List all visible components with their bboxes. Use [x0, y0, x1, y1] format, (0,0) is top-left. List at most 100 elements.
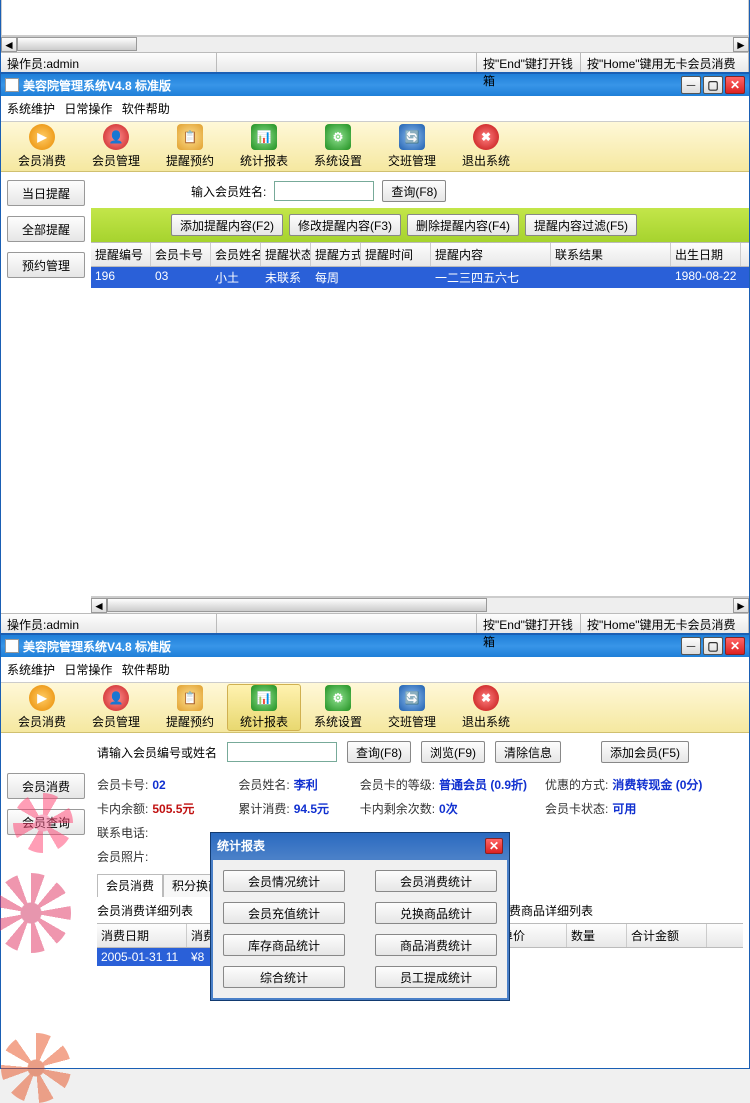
remain: 0次 [435, 797, 545, 821]
titlebar[interactable]: 美容院管理系统V4.8 标准版 ─ ▢ ✕ [1, 635, 749, 657]
dialog-titlebar[interactable]: 统计报表 ✕ [211, 833, 509, 858]
menu-help[interactable]: 软件帮助 [122, 663, 170, 677]
play-icon: ▶ [29, 685, 55, 711]
stats-btn-4[interactable]: 库存商品统计 [223, 934, 345, 956]
status-home: 按"Home"键用无卡会员消费 [581, 614, 749, 633]
tb-shift[interactable]: 🔄交班管理 [375, 124, 449, 169]
menu-system[interactable]: 系统维护 [7, 663, 55, 677]
menubar[interactable]: 系统维护 日常操作 软件帮助 [1, 96, 749, 122]
titlebar[interactable]: 美容院管理系统V4.8 标准版 ─ ▢ ✕ [1, 74, 749, 96]
scroll-right-icon[interactable]: ► [733, 37, 749, 52]
maximize-button[interactable]: ▢ [703, 76, 723, 94]
del-remind-button[interactable]: 删除提醒内容(F4) [407, 214, 519, 236]
hscroll[interactable]: ◄ ► [1, 36, 749, 52]
add-remind-button[interactable]: 添加提醒内容(F2) [171, 214, 283, 236]
maximize-button[interactable]: ▢ [703, 637, 723, 655]
sb-member-query[interactable]: 会员查询 [7, 809, 85, 835]
scroll-thumb[interactable] [17, 37, 137, 51]
grid-row[interactable]: 19603小土未联系每周一二三四五六七1980-08-22 [91, 267, 749, 288]
sb-appoint[interactable]: 预约管理 [7, 252, 85, 278]
menu-help[interactable]: 软件帮助 [122, 102, 170, 116]
tb-remind[interactable]: 📋提醒预约 [153, 685, 227, 730]
app-icon [5, 639, 19, 653]
filter-remind-button[interactable]: 提醒内容过滤(F5) [525, 214, 637, 236]
query-button[interactable]: 查询(F8) [382, 180, 446, 202]
shift-icon: 🔄 [399, 124, 425, 150]
dialog-close-button[interactable]: ✕ [485, 838, 503, 854]
window-title: 美容院管理系统V4.8 标准版 [23, 638, 171, 655]
tb-shift[interactable]: 🔄交班管理 [375, 685, 449, 730]
tab-consume[interactable]: 会员消费 [97, 874, 163, 897]
shift-icon: 🔄 [399, 685, 425, 711]
tb-stats[interactable]: 📊统计报表 [227, 124, 301, 169]
clear-button[interactable]: 清除信息 [495, 741, 561, 763]
sidebar: 会员消费 会员查询 [1, 733, 91, 1068]
tb-settings[interactable]: ⚙系统设置 [301, 685, 375, 730]
minimize-button[interactable]: ─ [681, 637, 701, 655]
total: 94.5元 [290, 797, 360, 821]
tb-member-manage[interactable]: 👤会员管理 [79, 685, 153, 730]
tb-exit[interactable]: ✖退出系统 [449, 124, 523, 169]
stats-btn-6[interactable]: 综合统计 [223, 966, 345, 988]
minimize-button[interactable]: ─ [681, 76, 701, 94]
play-icon: ▶ [29, 124, 55, 150]
search-input[interactable] [274, 181, 374, 201]
browse-button[interactable]: 浏览(F9) [421, 741, 485, 763]
tb-stats[interactable]: 📊统计报表 [227, 684, 301, 731]
stats-btn-3[interactable]: 兑换商品统计 [375, 902, 497, 924]
tb-exit[interactable]: ✖退出系统 [449, 685, 523, 730]
statusbar: 操作员:admin 按"End"键打开钱箱 按"Home"键用无卡会员消费 [1, 613, 749, 633]
exit-icon: ✖ [473, 124, 499, 150]
stats-dialog[interactable]: 统计报表 ✕ 会员情况统计 会员消费统计会员充值统计 兑换商品统计库存商品统计 商品消… [210, 832, 510, 1001]
edit-remind-button[interactable]: 修改提醒内容(F3) [289, 214, 401, 236]
sb-today-remind[interactable]: 当日提醒 [7, 180, 85, 206]
top-fragment-body [1, 0, 749, 36]
note-icon: 📋 [177, 685, 203, 711]
stats-btn-2[interactable]: 会员充值统计 [223, 902, 345, 924]
scroll-left-icon[interactable]: ◄ [1, 37, 17, 52]
toolbar: ▶会员消费 👤会员管理 📋提醒预约 📊统计报表 ⚙系统设置 🔄交班管理 ✖退出系… [1, 683, 749, 733]
balance: 505.5元 [148, 797, 238, 821]
status-operator: 操作员:admin [1, 53, 217, 72]
query-button[interactable]: 查询(F8) [347, 741, 411, 763]
menubar[interactable]: 系统维护 日常操作 软件帮助 [1, 657, 749, 683]
grid-header: 提醒编号会员卡号会员姓名提醒状态提醒方式提醒时间提醒内容联系结果出生日期 [91, 242, 749, 267]
stats-btn-1[interactable]: 会员消费统计 [375, 870, 497, 892]
stats-btn-7[interactable]: 员工提成统计 [375, 966, 497, 988]
tb-remind[interactable]: 📋提醒预约 [153, 124, 227, 169]
grid-hscroll[interactable]: ◄ ► [91, 597, 749, 613]
stats-btn-5[interactable]: 商品消费统计 [375, 934, 497, 956]
search-label: 输入会员姓名: [191, 183, 266, 200]
tb-member-consume[interactable]: ▶会员消费 [5, 685, 79, 730]
card-status: 可用 [608, 797, 636, 821]
phone-label: 联系电话: [97, 821, 148, 845]
menu-daily[interactable]: 日常操作 [64, 102, 112, 116]
status-end: 按"End"键打开钱箱 [477, 614, 581, 633]
close-button[interactable]: ✕ [725, 76, 745, 94]
status-home: 按"Home"键用无卡会员消费 [581, 53, 749, 72]
scroll-right-icon[interactable]: ► [733, 598, 749, 613]
sb-all-remind[interactable]: 全部提醒 [7, 216, 85, 242]
scroll-thumb[interactable] [107, 598, 487, 612]
menu-system[interactable]: 系统维护 [7, 102, 55, 116]
app-icon [5, 78, 19, 92]
status-operator: 操作员:admin [1, 614, 217, 633]
photo-label: 会员照片: [97, 845, 148, 869]
statusbar-top: 操作员:admin 按"End"键打开钱箱 按"Home"键用无卡会员消费 [1, 52, 749, 72]
add-member-button[interactable]: 添加会员(F5) [601, 741, 689, 763]
member-level: 普通会员 (0.9折) [435, 773, 545, 797]
grid-body[interactable]: 19603小土未联系每周一二三四五六七1980-08-22 [91, 267, 749, 597]
tb-member-consume[interactable]: ▶会员消费 [5, 124, 79, 169]
scroll-left-icon[interactable]: ◄ [91, 598, 107, 613]
tb-member-manage[interactable]: 👤会员管理 [79, 124, 153, 169]
note-icon: 📋 [177, 124, 203, 150]
window-title: 美容院管理系统V4.8 标准版 [23, 77, 171, 94]
member-input[interactable] [227, 742, 337, 762]
sb-member-consume[interactable]: 会员消费 [7, 773, 85, 799]
tb-settings[interactable]: ⚙系统设置 [301, 124, 375, 169]
menu-daily[interactable]: 日常操作 [64, 663, 112, 677]
gear-icon: ⚙ [325, 124, 351, 150]
close-button[interactable]: ✕ [725, 637, 745, 655]
toolbar: ▶会员消费 👤会员管理 📋提醒预约 📊统计报表 ⚙系统设置 🔄交班管理 ✖退出系… [1, 122, 749, 172]
stats-btn-0[interactable]: 会员情况统计 [223, 870, 345, 892]
